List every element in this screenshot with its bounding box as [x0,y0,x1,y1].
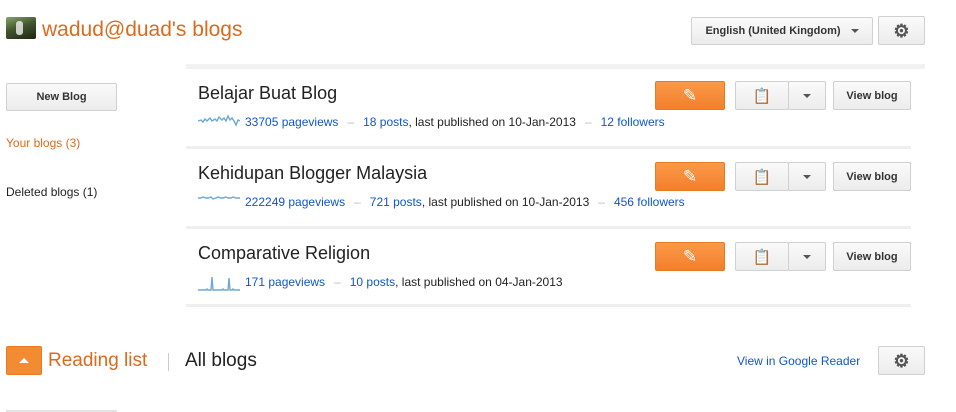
posts-link[interactable]: 10 posts [350,275,395,289]
view-blog-button[interactable]: View blog [833,162,911,191]
new-post-button[interactable]: ✎ [655,242,725,271]
last-published: , last published on 10-Jan-2013 [408,115,576,129]
gear-icon: ⚙ [893,350,910,371]
header-divider [186,64,925,69]
blog-title[interactable]: Kehidupan Blogger Malaysia [198,163,427,184]
pageviews-link[interactable]: 171 pageviews [245,275,325,289]
posts-dropdown-button[interactable] [788,81,826,110]
posts-button[interactable]: 📋 [735,242,789,271]
view-blog-button[interactable]: View blog [833,242,911,271]
pencil-icon: ✎ [682,167,698,186]
posts-link[interactable]: 18 posts [363,115,408,129]
row-divider [186,146,911,149]
chevron-down-icon [803,174,811,179]
all-blogs-label[interactable]: All blogs [185,350,257,372]
stats-separator: – [598,195,605,209]
language-label: English (United Kingdom) [705,25,841,37]
language-dropdown[interactable]: English (United Kingdom) [691,17,873,45]
blog-stats: 33705 pageviews – 18 posts , last publis… [198,112,665,132]
followers-link[interactable]: 456 followers [614,195,685,209]
chevron-down-icon [803,254,811,259]
posts-dropdown-button[interactable] [788,162,826,191]
last-published: , last published on 04-Jan-2013 [395,275,563,289]
reading-settings-button[interactable]: ⚙ [878,346,925,375]
posts-dropdown-button[interactable] [788,242,826,271]
settings-button[interactable]: ⚙ [878,16,925,45]
last-published: , last published on 10-Jan-2013 [421,195,590,209]
pageviews-sparkline [198,196,240,200]
reading-list-title: Reading list [48,350,148,371]
user-avatar[interactable] [6,17,36,39]
pencil-icon: ✎ [682,247,698,266]
blog-stats: 222249 pageviews – 721 posts , last publ… [198,192,685,212]
row-divider [186,226,911,229]
posts-button[interactable]: 📋 [735,162,789,191]
posts-button[interactable]: 📋 [735,81,789,110]
pageviews-link[interactable]: 33705 pageviews [245,115,338,129]
posts-list-icon: 📋 [752,168,772,186]
row-divider [186,304,911,307]
blog-title[interactable]: Belajar Buat Blog [198,83,337,104]
sidebar-item-deleted-blogs[interactable]: Deleted blogs (1) [6,185,97,199]
page-title: wadud@duad's blogs [42,18,243,41]
new-post-button[interactable]: ✎ [655,81,725,110]
blog-title[interactable]: Comparative Religion [198,243,370,264]
pencil-icon: ✎ [682,86,698,105]
posts-list-icon: 📋 [752,248,772,266]
pageviews-sparkline [198,276,240,291]
pageviews-link[interactable]: 222249 pageviews [245,195,345,209]
pageviews-sparkline [198,114,240,127]
stats-separator: – [334,275,341,289]
followers-link[interactable]: 12 followers [601,115,665,129]
view-in-google-reader-link[interactable]: View in Google Reader [737,354,860,368]
posts-link[interactable]: 721 posts [370,195,422,209]
posts-list-icon: 📋 [752,87,772,105]
stats-separator: – [354,195,361,209]
stats-separator: – [347,115,355,129]
reading-list-collapse-button[interactable] [6,346,42,375]
chevron-down-icon [850,29,859,33]
stats-separator: – [584,115,592,129]
gear-icon: ⚙ [893,20,910,41]
blog-stats: 171 pageviews – 10 posts , last publishe… [198,272,563,292]
sidebar-item-your-blogs[interactable]: Your blogs (3) [6,136,80,150]
collapse-up-icon [19,358,29,363]
new-blog-button[interactable]: New Blog [6,83,117,111]
view-blog-button[interactable]: View blog [833,81,911,110]
new-post-button[interactable]: ✎ [655,162,725,191]
section-separator [168,353,169,371]
chevron-down-icon [803,93,811,98]
